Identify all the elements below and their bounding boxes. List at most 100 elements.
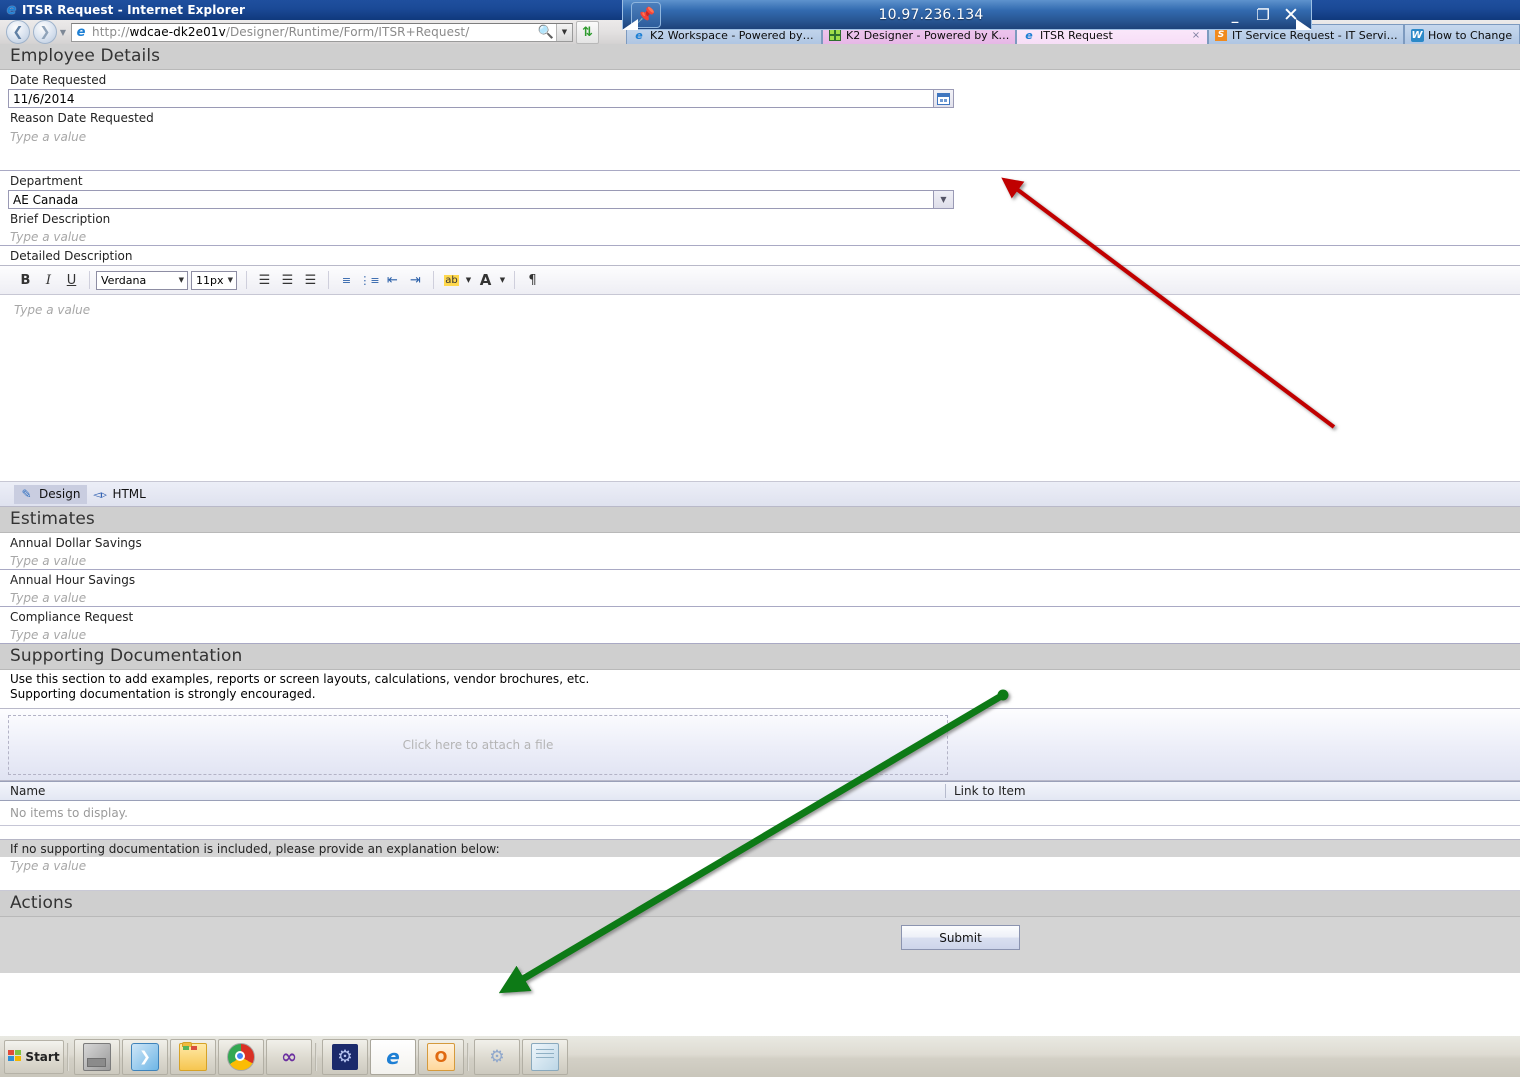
reason-date-requested-placeholder: Type a value bbox=[10, 130, 87, 144]
wordpress-icon: W bbox=[1410, 28, 1424, 42]
reason-date-requested-input[interactable]: Type a value bbox=[0, 127, 1520, 171]
align-left-icon: ☰ bbox=[258, 272, 271, 288]
toolbar-separator bbox=[89, 271, 90, 289]
chevron-down-icon: ▼ bbox=[940, 195, 947, 204]
taskbar-item-microsoft-outlook[interactable]: O bbox=[418, 1038, 464, 1075]
compliance-request-input[interactable]: Type a value bbox=[0, 626, 1520, 644]
annual-hour-savings-input[interactable]: Type a value bbox=[0, 589, 1520, 607]
tab-design[interactable]: ✎ Design bbox=[14, 484, 88, 504]
back-button[interactable]: ❮ bbox=[6, 20, 30, 44]
paragraph-mark-icon: ¶ bbox=[528, 272, 537, 288]
pin-connection-bar-button[interactable]: 📌 bbox=[631, 1, 661, 28]
highlight-button[interactable]: ab bbox=[440, 270, 463, 291]
editor-content-area[interactable]: Type a value bbox=[0, 295, 1520, 481]
toolbar-separator bbox=[246, 271, 247, 289]
server-manager-icon bbox=[83, 1042, 111, 1071]
align-right-button[interactable]: ☰ bbox=[299, 270, 322, 291]
align-center-icon: ☰ bbox=[281, 272, 294, 288]
browser-tab-how-to-change[interactable]: W How to Change bbox=[1404, 24, 1520, 45]
recent-pages-button[interactable]: ▼ bbox=[57, 21, 69, 43]
align-center-button[interactable]: ☰ bbox=[276, 270, 299, 291]
align-right-icon: ☰ bbox=[304, 272, 317, 288]
tab-label: K2 Workspace - Powered by K2 ... bbox=[650, 28, 817, 42]
show-paragraph-marks-button[interactable]: ¶ bbox=[521, 270, 544, 291]
taskbar-item-services[interactable]: ⚙ bbox=[474, 1038, 520, 1075]
chevron-down-icon: ▼ bbox=[227, 276, 233, 284]
highlight-dropdown-button[interactable]: ▼ bbox=[463, 270, 474, 291]
minimize-button[interactable]: – bbox=[1221, 0, 1249, 31]
italic-button[interactable]: I bbox=[37, 270, 60, 291]
brief-description-placeholder: Type a value bbox=[10, 229, 87, 244]
restore-button[interactable]: ❐ bbox=[1249, 2, 1277, 28]
editor-toolbar: B I U Verdana ▼ 11px ▼ ☰ ☰ ☰ ≡ ⋮≡ ⇤ ⇥ ab… bbox=[0, 266, 1520, 295]
align-left-button[interactable]: ☰ bbox=[253, 270, 276, 291]
actions-area: Submit bbox=[0, 917, 1520, 973]
underline-button[interactable]: U bbox=[60, 270, 83, 291]
date-picker-button[interactable] bbox=[933, 89, 954, 108]
brief-description-input[interactable]: Type a value bbox=[0, 228, 1520, 246]
submit-button[interactable]: Submit bbox=[901, 925, 1020, 950]
chevron-down-icon[interactable]: ▼ bbox=[556, 23, 572, 41]
attachments-table-empty-message: No items to display. bbox=[0, 801, 1520, 826]
url-host: wdcae-dk2e01v bbox=[129, 25, 226, 39]
taskbar-item-infinity-app[interactable]: ∞ bbox=[266, 1038, 312, 1075]
taskbar-item-notepad[interactable] bbox=[522, 1038, 568, 1075]
font-color-dropdown-button[interactable]: ▼ bbox=[497, 270, 508, 291]
url-scheme: http:// bbox=[92, 25, 130, 39]
department-input[interactable]: AE Canada bbox=[8, 190, 933, 209]
search-icon[interactable]: 🔍 bbox=[536, 24, 556, 41]
calendar-icon bbox=[937, 92, 950, 105]
attachment-dropzone[interactable]: Click here to attach a file bbox=[8, 715, 948, 775]
numbered-list-button[interactable]: ≡ bbox=[335, 270, 358, 291]
date-requested-value: 11/6/2014 bbox=[13, 91, 75, 106]
annual-dollar-savings-input[interactable]: Type a value bbox=[0, 552, 1520, 570]
internet-explorer-icon: e bbox=[386, 1044, 400, 1069]
toolbar-separator bbox=[514, 271, 515, 289]
indent-button[interactable]: ⇥ bbox=[404, 270, 427, 291]
microsoft-outlook-icon: O bbox=[427, 1042, 455, 1071]
forward-button[interactable]: ❯ bbox=[33, 20, 57, 44]
label-department: Department bbox=[10, 174, 83, 188]
close-icon[interactable]: × bbox=[1189, 30, 1203, 41]
section-header-estimates: Estimates bbox=[0, 507, 1520, 533]
section-header-supporting-documentation: Supporting Documentation bbox=[0, 644, 1520, 670]
indent-icon: ⇥ bbox=[410, 272, 421, 288]
start-button-label: Start bbox=[25, 1049, 60, 1064]
tab-html[interactable]: ◅▹ HTML bbox=[87, 485, 152, 504]
label-reason-date-requested: Reason Date Requested bbox=[10, 111, 154, 125]
start-button[interactable]: Start bbox=[4, 1039, 64, 1074]
numbered-list-icon: ≡ bbox=[341, 273, 352, 287]
close-button[interactable]: ✕ bbox=[1277, 2, 1305, 28]
font-size-select[interactable]: 11px ▼ bbox=[191, 270, 237, 290]
font-family-select[interactable]: Verdana ▼ bbox=[96, 270, 188, 290]
taskbar-item-k2-settings[interactable]: ⚙ bbox=[322, 1038, 368, 1075]
bold-button[interactable]: B bbox=[14, 270, 37, 291]
itsr-request-form: Employee Details Date Requested 11/6/201… bbox=[0, 44, 1520, 1035]
font-size-value: 11px bbox=[196, 273, 224, 287]
taskbar-item-powershell[interactable]: ❯ bbox=[122, 1038, 168, 1075]
annual-dollar-savings-placeholder: Type a value bbox=[10, 553, 87, 568]
pushpin-icon: 📌 bbox=[636, 5, 656, 24]
outdent-button[interactable]: ⇤ bbox=[381, 270, 404, 291]
refresh-button[interactable]: ⇅ bbox=[576, 20, 599, 44]
no-doc-explanation-input[interactable]: Type a value bbox=[0, 857, 1520, 891]
department-row: AE Canada ▼ bbox=[8, 190, 1520, 209]
taskbar-item-internet-explorer[interactable]: e bbox=[370, 1038, 416, 1075]
bullet-list-button[interactable]: ⋮≡ bbox=[358, 270, 381, 291]
services-icon: ⚙ bbox=[489, 1046, 505, 1067]
font-color-button[interactable]: A bbox=[474, 270, 497, 291]
department-dropdown-button[interactable]: ▼ bbox=[933, 190, 954, 209]
taskbar-item-windows-explorer[interactable] bbox=[170, 1038, 216, 1075]
address-bar-url: http://wdcae-dk2e01v/Designer/Runtime/Fo… bbox=[90, 25, 536, 39]
internet-explorer-icon: e bbox=[6, 2, 17, 18]
remote-host-address: 10.97.236.134 bbox=[878, 6, 984, 23]
supporting-documentation-help: Use this section to add examples, report… bbox=[0, 670, 1520, 702]
powershell-icon: ❯ bbox=[131, 1042, 159, 1071]
date-requested-input[interactable]: 11/6/2014 bbox=[8, 89, 933, 108]
address-bar[interactable]: e http://wdcae-dk2e01v/Designer/Runtime/… bbox=[71, 22, 573, 42]
taskbar-item-google-chrome[interactable] bbox=[218, 1038, 264, 1075]
taskbar-item-server-manager[interactable] bbox=[74, 1038, 120, 1075]
text-highlight-icon: ab bbox=[444, 274, 459, 286]
department-value: AE Canada bbox=[13, 192, 79, 207]
taskbar-divider bbox=[467, 1042, 469, 1071]
